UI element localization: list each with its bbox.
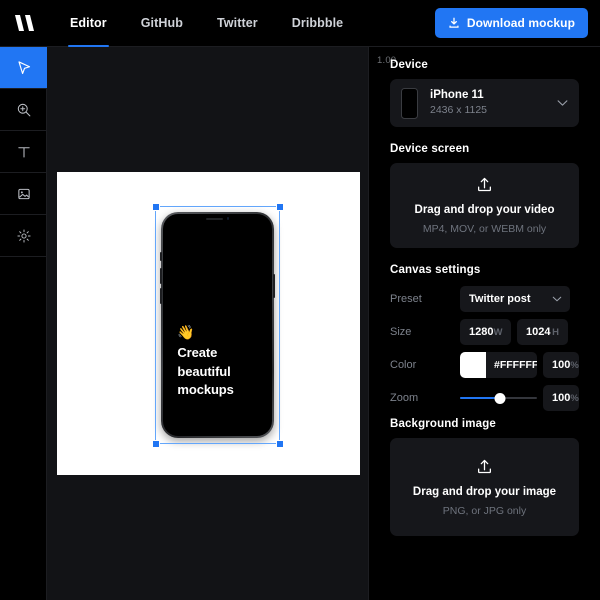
top-navigation-bar: Editor GitHub Twitter Dribbble Download … [0, 0, 600, 47]
device-name: iPhone 11 [430, 88, 484, 101]
device-info: iPhone 11 2436 x 1125 [430, 88, 487, 119]
canvas-color-input[interactable]: #FFFFFF [460, 352, 537, 378]
phone-headline-line-3: mockups [177, 382, 234, 398]
color-opacity-input[interactable]: 100 % [543, 352, 579, 378]
preset-label: Preset [390, 293, 422, 305]
phone-mockup[interactable]: 👋 Create beautiful mockups [160, 212, 275, 438]
image-icon [17, 188, 30, 199]
opacity-unit: % [570, 359, 579, 371]
canvas-sheet[interactable]: 👋 Create beautiful mockups [57, 172, 360, 475]
image-tool[interactable] [0, 173, 47, 215]
canvas-width-value: 1280 [469, 326, 494, 338]
nav-item-dribbble[interactable]: Dribbble [292, 0, 344, 47]
color-label: Color [390, 359, 417, 371]
earpiece-speaker-icon [205, 217, 223, 220]
device-resolution: 2436 x 1125 [430, 104, 488, 117]
background-image-drop-subtitle: PNG, or JPG only [442, 504, 527, 517]
canvas-settings-section-title: Canvas settings [390, 264, 481, 276]
nav-item-label: Dribbble [291, 16, 344, 30]
background-image-drop-title: Drag and drop your image [412, 485, 557, 498]
device-section-title: Device [390, 59, 428, 71]
left-toolbar [0, 47, 47, 600]
phone-power-button [273, 274, 275, 298]
size-label: Size [390, 326, 412, 338]
zoom-slider[interactable] [460, 385, 537, 411]
size-row: Size 1280 W 1024 H [390, 319, 579, 345]
preset-row: Preset Twitter post [390, 286, 579, 312]
canvas-settings-rows: Preset Twitter post Size 1280 W 1024 H C… [390, 286, 579, 411]
preset-value: Twitter post [469, 293, 531, 305]
phone-headline: Create beautiful mockups [177, 344, 261, 399]
zoom-in-icon [17, 103, 30, 116]
phone-mute-switch [160, 252, 162, 261]
resize-handle-bottom-left[interactable] [151, 439, 160, 448]
download-icon [449, 17, 459, 28]
color-row: Color #FFFFFF 100 % [390, 352, 579, 378]
device-screen-drop-subtitle: MP4, MOV, or WEBM only [422, 223, 547, 235]
logo-icon [15, 15, 34, 31]
zoom-value-input[interactable]: 100 % [543, 385, 579, 411]
app-logo[interactable] [0, 0, 48, 47]
phone-headline-line-1: Create [177, 345, 218, 361]
cursor-icon [17, 60, 30, 74]
zoom-tool[interactable] [0, 89, 47, 131]
chevron-down-icon [557, 100, 568, 106]
color-swatch[interactable] [460, 352, 486, 378]
waving-hand-icon: 👋 [177, 324, 195, 341]
text-tool[interactable] [0, 131, 47, 173]
device-thumbnail-icon [401, 87, 418, 119]
cursor-tool[interactable] [0, 47, 47, 89]
nav-item-label: GitHub [140, 16, 183, 30]
preset-select[interactable]: Twitter post [460, 286, 570, 312]
upload-icon [478, 177, 491, 192]
phone-screen: 👋 Create beautiful mockups [163, 214, 272, 436]
phone-notch [194, 214, 241, 223]
zoom-value: 100 [552, 392, 571, 404]
resize-handle-top-left[interactable] [151, 202, 160, 211]
canvas-height-value: 1024 [526, 326, 551, 338]
nav-item-label: Twitter [216, 16, 258, 30]
device-selector[interactable]: iPhone 11 2436 x 1125 [390, 79, 579, 127]
upload-icon [478, 459, 491, 473]
phone-volume-down [160, 288, 162, 304]
zoom-unit: % [570, 392, 579, 404]
canvas-width-input[interactable]: 1280 W [460, 319, 511, 345]
settings-tool[interactable] [0, 215, 47, 257]
canvas-height-input[interactable]: 1024 H [517, 319, 568, 345]
canvas-stage[interactable]: 👋 Create beautiful mockups [47, 47, 368, 600]
chevron-down-icon [552, 296, 562, 302]
background-image-section-title: Background image [390, 418, 496, 430]
phone-screen-content: 👋 Create beautiful mockups [177, 325, 261, 399]
zoom-label: Zoom [390, 392, 419, 404]
download-mockup-button[interactable]: Download mockup [434, 8, 588, 38]
resize-handle-top-right[interactable] [275, 202, 284, 211]
nav-item-github[interactable]: GitHub [141, 0, 183, 47]
color-opacity-value: 100 [552, 359, 571, 371]
width-unit: W [493, 326, 503, 338]
properties-panel: 1.00 Device iPhone 11 2436 x 1125 Device… [368, 47, 600, 600]
phone-frame: 👋 Create beautiful mockups [160, 212, 275, 438]
nav-item-label: Editor [70, 16, 107, 30]
phone-volume-up [160, 268, 162, 284]
color-hex-value: #FFFFFF [494, 359, 537, 371]
resize-handle-bottom-right[interactable] [275, 439, 284, 448]
nav-links: Editor GitHub Twitter Dribbble [68, 0, 377, 47]
front-camera-icon [226, 217, 230, 220]
phone-headline-line-2: beautiful [177, 363, 231, 379]
device-screen-drop-title: Drag and drop your video [414, 204, 555, 216]
nav-item-editor[interactable]: Editor [68, 0, 109, 47]
background-image-dropzone[interactable]: Drag and drop your image PNG, or JPG onl… [390, 438, 579, 536]
height-unit: H [552, 326, 559, 338]
zoom-slider-thumb[interactable] [494, 392, 506, 404]
device-screen-section-title: Device screen [390, 143, 470, 155]
device-screen-dropzone[interactable]: Drag and drop your video MP4, MOV, or WE… [390, 163, 579, 248]
zoom-row: Zoom 100 % [390, 385, 579, 411]
download-mockup-label: Download mockup [466, 16, 575, 30]
gear-icon [16, 228, 31, 243]
nav-item-twitter[interactable]: Twitter [217, 0, 258, 47]
text-icon [17, 146, 30, 158]
app-root: Editor GitHub Twitter Dribbble Download … [0, 0, 600, 600]
